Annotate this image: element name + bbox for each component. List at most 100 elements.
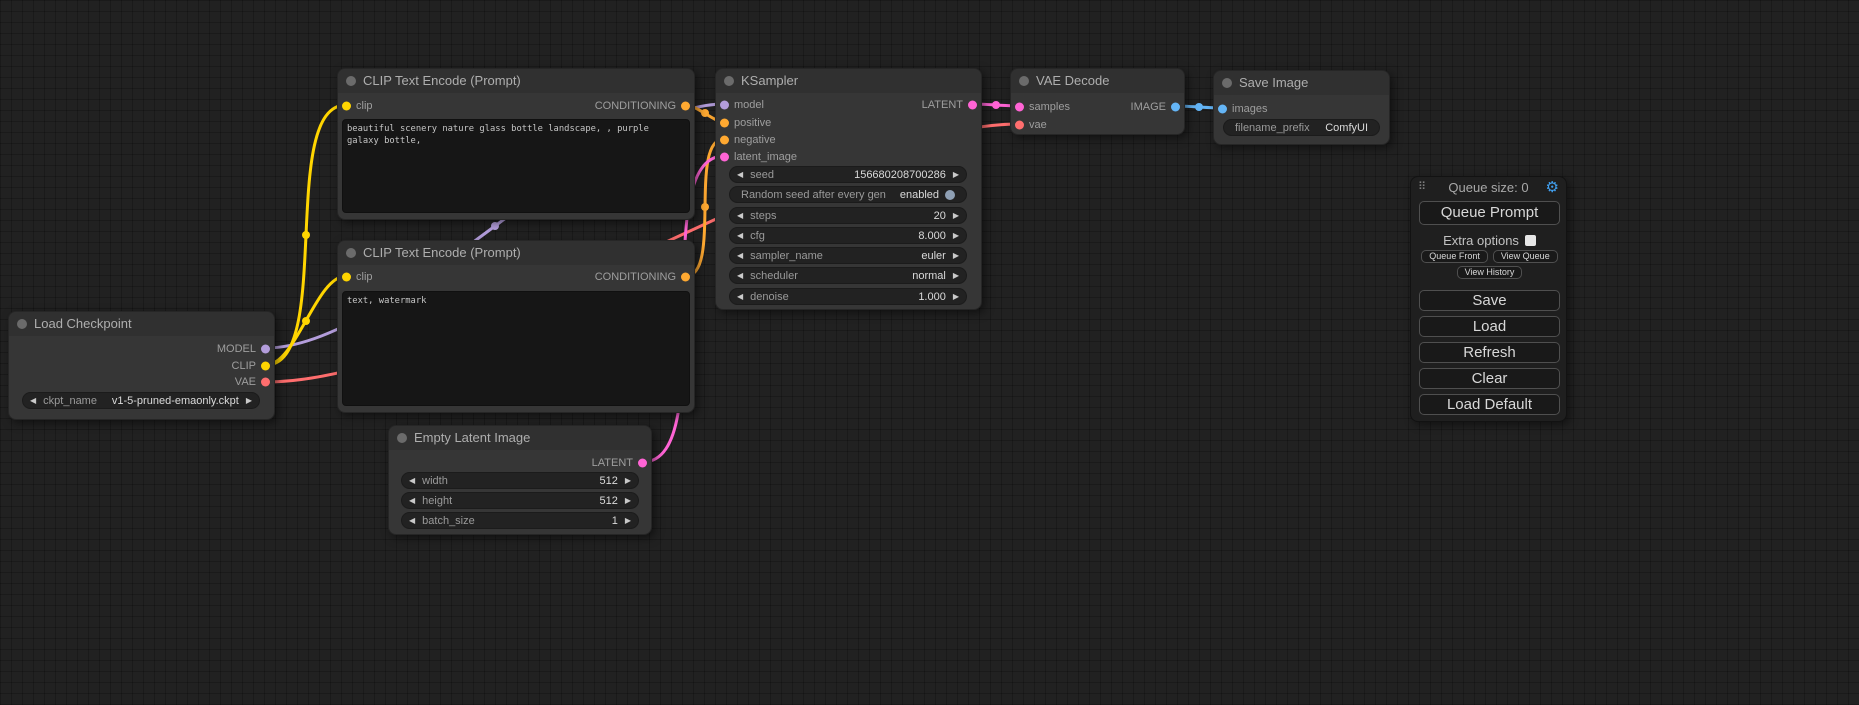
height-widget[interactable]: ◀ height 512 ▶ bbox=[401, 492, 639, 509]
graph-canvas[interactable]: Load Checkpoint MODEL CLIP VAE ◀ ckpt_na… bbox=[0, 0, 1859, 705]
steps-widget[interactable]: ◀ steps 20 ▶ bbox=[729, 207, 967, 224]
next-arrow-icon[interactable]: ▶ bbox=[953, 267, 959, 284]
input-port-vae[interactable]: vae bbox=[1015, 117, 1047, 133]
node-title-bar[interactable]: Empty Latent Image bbox=[389, 426, 651, 450]
input-port-clip[interactable]: clip bbox=[342, 98, 373, 114]
node-title-bar[interactable]: Save Image bbox=[1214, 71, 1389, 95]
increment-arrow-icon[interactable]: ▶ bbox=[953, 288, 959, 305]
prompt-textarea[interactable]: text, watermark bbox=[342, 291, 690, 406]
collapse-dot-icon[interactable] bbox=[17, 319, 27, 329]
decrement-arrow-icon[interactable]: ◀ bbox=[409, 492, 415, 509]
conditioning-port-dot[interactable] bbox=[681, 102, 690, 111]
model-port-dot[interactable] bbox=[720, 101, 729, 110]
output-port-conditioning[interactable]: CONDITIONING bbox=[595, 269, 690, 285]
load-button[interactable]: Load bbox=[1419, 316, 1560, 337]
output-port-image[interactable]: IMAGE bbox=[1131, 99, 1180, 115]
next-arrow-icon[interactable]: ▶ bbox=[953, 247, 959, 264]
increment-arrow-icon[interactable]: ▶ bbox=[625, 472, 631, 489]
collapse-dot-icon[interactable] bbox=[346, 248, 356, 258]
settings-gear-icon[interactable]: ⚙ bbox=[1546, 178, 1559, 198]
refresh-button[interactable]: Refresh bbox=[1419, 342, 1560, 363]
output-port-model[interactable]: MODEL bbox=[217, 341, 270, 357]
denoise-widget[interactable]: ◀ denoise 1.000 ▶ bbox=[729, 288, 967, 305]
conditioning-port-dot[interactable] bbox=[720, 119, 729, 128]
node-save-image[interactable]: Save Image images filename_prefix ComfyU… bbox=[1213, 70, 1390, 145]
queue-front-button[interactable]: Queue Front bbox=[1421, 250, 1488, 263]
collapse-dot-icon[interactable] bbox=[1019, 76, 1029, 86]
input-port-negative[interactable]: negative bbox=[720, 132, 776, 148]
increment-arrow-icon[interactable]: ▶ bbox=[953, 207, 959, 224]
output-port-clip[interactable]: CLIP bbox=[232, 358, 270, 374]
batch-size-widget[interactable]: ◀ batch_size 1 ▶ bbox=[401, 512, 639, 529]
next-arrow-icon[interactable]: ▶ bbox=[246, 392, 252, 409]
latent-port-dot[interactable] bbox=[638, 459, 647, 468]
save-button[interactable]: Save bbox=[1419, 290, 1560, 311]
clip-port-dot[interactable] bbox=[342, 273, 351, 282]
increment-arrow-icon[interactable]: ▶ bbox=[625, 512, 631, 529]
conditioning-port-dot[interactable] bbox=[720, 136, 729, 145]
node-title-bar[interactable]: KSampler bbox=[716, 69, 981, 93]
view-history-button[interactable]: View History bbox=[1457, 266, 1523, 279]
queue-prompt-button[interactable]: Queue Prompt bbox=[1419, 201, 1560, 225]
image-port-dot[interactable] bbox=[1218, 105, 1227, 114]
node-title-bar[interactable]: CLIP Text Encode (Prompt) bbox=[338, 69, 694, 93]
node-clip-text-encode-positive[interactable]: CLIP Text Encode (Prompt) clip CONDITION… bbox=[337, 68, 695, 220]
input-port-clip[interactable]: clip bbox=[342, 269, 373, 285]
random-seed-toggle-widget[interactable]: Random seed after every gen enabled bbox=[729, 186, 967, 203]
node-clip-text-encode-negative[interactable]: CLIP Text Encode (Prompt) clip CONDITION… bbox=[337, 240, 695, 413]
node-title-bar[interactable]: VAE Decode bbox=[1011, 69, 1184, 93]
decrement-arrow-icon[interactable]: ◀ bbox=[737, 166, 743, 183]
load-default-button[interactable]: Load Default bbox=[1419, 394, 1560, 415]
output-port-latent[interactable]: LATENT bbox=[922, 97, 977, 113]
decrement-arrow-icon[interactable]: ◀ bbox=[409, 512, 415, 529]
clip-port-dot[interactable] bbox=[261, 362, 270, 371]
drag-handle-icon[interactable]: ⠿ bbox=[1418, 180, 1426, 193]
increment-arrow-icon[interactable]: ▶ bbox=[625, 492, 631, 509]
prev-arrow-icon[interactable]: ◀ bbox=[737, 267, 743, 284]
prompt-textarea[interactable]: beautiful scenery nature glass bottle la… bbox=[342, 119, 690, 213]
node-load-checkpoint[interactable]: Load Checkpoint MODEL CLIP VAE ◀ ckpt_na… bbox=[8, 311, 275, 420]
prev-arrow-icon[interactable]: ◀ bbox=[737, 247, 743, 264]
width-widget[interactable]: ◀ width 512 ▶ bbox=[401, 472, 639, 489]
input-port-samples[interactable]: samples bbox=[1015, 99, 1070, 115]
decrement-arrow-icon[interactable]: ◀ bbox=[409, 472, 415, 489]
increment-arrow-icon[interactable]: ▶ bbox=[953, 227, 959, 244]
decrement-arrow-icon[interactable]: ◀ bbox=[737, 207, 743, 224]
node-empty-latent-image[interactable]: Empty Latent Image LATENT ◀ width 512 ▶ … bbox=[388, 425, 652, 535]
latent-port-dot[interactable] bbox=[720, 153, 729, 162]
node-title-bar[interactable]: Load Checkpoint bbox=[9, 312, 274, 336]
vae-port-dot[interactable] bbox=[1015, 121, 1024, 130]
output-port-conditioning[interactable]: CONDITIONING bbox=[595, 98, 690, 114]
scheduler-widget[interactable]: ◀ scheduler normal ▶ bbox=[729, 267, 967, 284]
node-title-bar[interactable]: CLIP Text Encode (Prompt) bbox=[338, 241, 694, 265]
cfg-widget[interactable]: ◀ cfg 8.000 ▶ bbox=[729, 227, 967, 244]
latent-port-dot[interactable] bbox=[968, 101, 977, 110]
input-port-positive[interactable]: positive bbox=[720, 115, 771, 131]
output-port-latent[interactable]: LATENT bbox=[592, 455, 647, 471]
latent-port-dot[interactable] bbox=[1015, 103, 1024, 112]
vae-port-dot[interactable] bbox=[261, 378, 270, 387]
input-port-images[interactable]: images bbox=[1218, 101, 1267, 117]
image-port-dot[interactable] bbox=[1171, 103, 1180, 112]
collapse-dot-icon[interactable] bbox=[346, 76, 356, 86]
decrement-arrow-icon[interactable]: ◀ bbox=[737, 288, 743, 305]
node-ksampler[interactable]: KSampler model positive negative latent_… bbox=[715, 68, 982, 310]
sampler-name-widget[interactable]: ◀ sampler_name euler ▶ bbox=[729, 247, 967, 264]
node-vae-decode[interactable]: VAE Decode samples vae IMAGE bbox=[1010, 68, 1185, 135]
increment-arrow-icon[interactable]: ▶ bbox=[953, 166, 959, 183]
ckpt-name-widget[interactable]: ◀ ckpt_name v1-5-pruned-emaonly.ckpt ▶ bbox=[22, 392, 260, 409]
clip-port-dot[interactable] bbox=[342, 102, 351, 111]
filename-prefix-widget[interactable]: filename_prefix ComfyUI bbox=[1223, 119, 1380, 136]
extra-options-checkbox[interactable] bbox=[1525, 235, 1536, 246]
view-queue-button[interactable]: View Queue bbox=[1493, 250, 1558, 263]
prev-arrow-icon[interactable]: ◀ bbox=[30, 392, 36, 409]
input-port-model[interactable]: model bbox=[720, 97, 764, 113]
output-port-vae[interactable]: VAE bbox=[235, 374, 270, 390]
seed-toggle-dot[interactable] bbox=[945, 190, 955, 200]
conditioning-port-dot[interactable] bbox=[681, 273, 690, 282]
collapse-dot-icon[interactable] bbox=[724, 76, 734, 86]
seed-widget[interactable]: ◀ seed 156680208700286 ▶ bbox=[729, 166, 967, 183]
decrement-arrow-icon[interactable]: ◀ bbox=[737, 227, 743, 244]
collapse-dot-icon[interactable] bbox=[1222, 78, 1232, 88]
input-port-latent-image[interactable]: latent_image bbox=[720, 149, 797, 165]
